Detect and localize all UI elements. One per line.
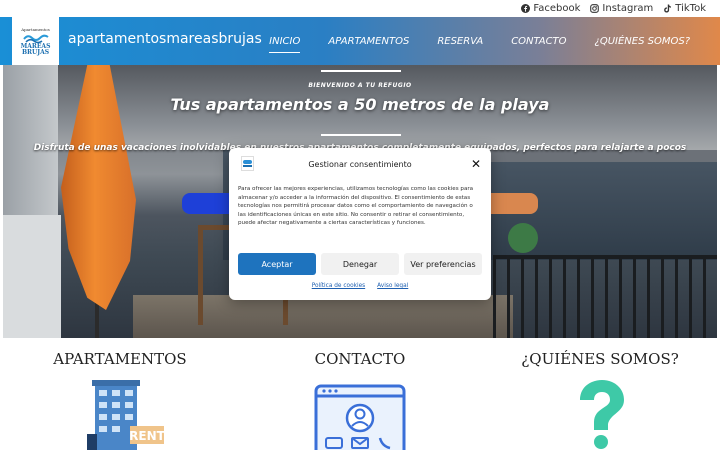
hero-divider-top: [321, 70, 401, 72]
section-contacto[interactable]: CONTACTO: [240, 340, 480, 450]
section-title: APARTAMENTOS: [53, 350, 187, 368]
consent-links: Política de cookies Aviso legal: [229, 283, 491, 289]
facebook-icon: [521, 4, 531, 13]
question-mark-icon: [580, 380, 624, 449]
hero-terrace-floor: [133, 295, 513, 338]
wave-icon: [22, 34, 49, 43]
tiktok-icon: [664, 4, 672, 13]
nav-quienes-somos[interactable]: ¿QUIÉNES SOMOS?: [581, 36, 704, 47]
instagram-icon: [590, 4, 600, 13]
svg-text:RENT: RENT: [129, 429, 165, 443]
site-header: Apartamentos MAREAS BRUJAS apartamentosm…: [0, 17, 720, 65]
hero-plant: [508, 223, 538, 253]
hero-railing: [493, 255, 717, 338]
tiktok-link[interactable]: TikTok: [663, 3, 706, 14]
legal-notice-link[interactable]: Aviso legal: [377, 283, 408, 289]
main-nav: INICIO APARTAMENTOS RESERVA CONTACTO ¿QU…: [255, 17, 704, 65]
feature-sections: APARTAMENTOS RENT CONTACTO ¿QUIÉNES SOMO…: [0, 340, 720, 450]
hero-title: Tus apartamentos a 50 metros de la playa: [170, 95, 550, 114]
building-rent-icon: RENT: [87, 380, 165, 450]
consent-body: Para ofrecer las mejores experiencias, u…: [238, 186, 474, 227]
site-logo[interactable]: Apartamentos MAREAS BRUJAS: [12, 17, 59, 65]
consent-title: Gestionar consentimiento: [308, 160, 412, 169]
accept-button[interactable]: Aceptar: [238, 253, 316, 275]
instagram-label: Instagram: [602, 3, 654, 14]
instagram-link[interactable]: Instagram: [590, 3, 653, 14]
nav-apartamentos[interactable]: APARTAMENTOS: [314, 36, 423, 47]
site-title[interactable]: apartamentosmareasbrujas: [68, 31, 262, 47]
section-quienes-somos[interactable]: ¿QUIÉNES SOMOS?: [480, 340, 720, 450]
preferences-button[interactable]: Ver preferencias: [404, 253, 482, 275]
section-apartamentos[interactable]: APARTAMENTOS RENT: [0, 340, 240, 450]
logo-line2: BRUJAS: [21, 48, 50, 56]
facebook-label: Facebook: [533, 3, 581, 14]
cookie-consent-dialog: Gestionar consentimiento ✕ Para ofrecer …: [229, 148, 491, 300]
section-title: ¿QUIÉNES SOMOS?: [521, 350, 679, 368]
hero-wall-lower: [3, 215, 61, 338]
section-title: CONTACTO: [314, 350, 406, 368]
nav-reserva[interactable]: RESERVA: [423, 36, 497, 47]
deny-button[interactable]: Denegar: [321, 253, 399, 275]
contact-card-icon: [314, 384, 406, 450]
tiktok-label: TikTok: [675, 3, 706, 14]
facebook-link[interactable]: Facebook: [521, 3, 580, 14]
hero-railing-top: [493, 255, 717, 259]
hero-divider-bottom: [321, 134, 401, 136]
cookie-policy-link[interactable]: Política de cookies: [312, 283, 365, 289]
nav-contacto[interactable]: CONTACTO: [497, 36, 580, 47]
nav-inicio[interactable]: INICIO: [255, 36, 314, 53]
logo-top-text: Apartamentos: [21, 26, 50, 32]
hero-kicker: BIENVENIDO A TU REFUGIO: [308, 82, 412, 89]
social-bar: Facebook Instagram TikTok: [0, 0, 720, 17]
close-icon[interactable]: ✕: [471, 158, 481, 170]
